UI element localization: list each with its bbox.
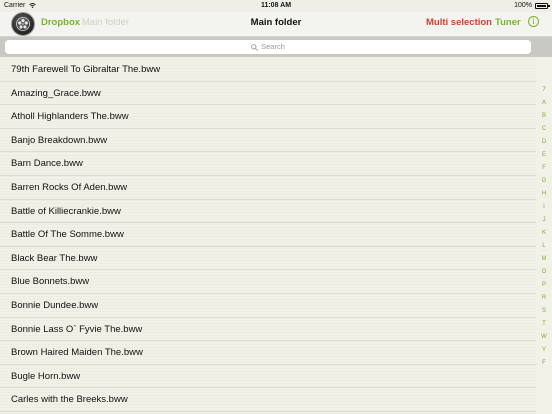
- file-row[interactable]: Barn Dance.bww: [0, 152, 536, 176]
- index-letter[interactable]: K: [536, 229, 552, 237]
- file-row[interactable]: Barren Rocks Of Aden.bww: [0, 176, 536, 200]
- index-letter[interactable]: I: [536, 203, 552, 211]
- index-letter[interactable]: 7: [536, 86, 552, 94]
- index-letter[interactable]: L: [536, 242, 552, 250]
- clock: 11:08 AM: [260, 2, 292, 9]
- file-row[interactable]: Carles with the Breeks.bww: [0, 388, 536, 412]
- index-letter[interactable]: H: [536, 190, 552, 198]
- index-letter[interactable]: O: [536, 268, 552, 276]
- file-name: Blue Bonnets.bww: [11, 276, 90, 288]
- file-row[interactable]: Bonnie Dundee.bww: [0, 294, 536, 318]
- file-row[interactable]: Black Bear The.bww: [0, 247, 536, 271]
- index-letter[interactable]: R: [536, 294, 552, 302]
- file-name: Atholl Highlanders The.bww: [11, 111, 129, 123]
- file-name: Barren Rocks Of Aden.bww: [11, 182, 128, 193]
- file-name: Carles with the Breeks.bww: [11, 394, 128, 406]
- index-letter[interactable]: F: [536, 359, 552, 367]
- index-letter[interactable]: T: [536, 320, 552, 328]
- file-list: 79th Farewell To Gibraltar The.bww Amazin…: [0, 58, 536, 414]
- file-row[interactable]: Battle of Killiecrankie.bww: [0, 200, 536, 224]
- search-icon: [251, 43, 259, 51]
- search-placeholder: Search: [261, 42, 285, 51]
- file-name: 79th Farewell To Gibraltar The.bww: [11, 64, 161, 75]
- file-row[interactable]: Bonnie Lass O` Fyvie The.bww: [0, 318, 536, 342]
- file-row[interactable]: Bugle Horn.bww: [0, 365, 536, 389]
- file-name: Bonnie Lass O` Fyvie The.bww: [11, 323, 143, 335]
- index-letter[interactable]: M: [536, 255, 552, 263]
- file-row[interactable]: Blue Bonnets.bww: [0, 270, 536, 294]
- search-input[interactable]: Search: [5, 40, 531, 54]
- index-letter[interactable]: W: [536, 333, 552, 341]
- status-bar: Carrier 11:08 AM 100%: [0, 0, 552, 12]
- index-letter[interactable]: Y: [536, 346, 552, 354]
- index-letter[interactable]: A: [536, 99, 552, 107]
- index-letter[interactable]: B: [536, 112, 552, 120]
- index-letter[interactable]: E: [536, 151, 552, 159]
- index-letter[interactable]: S: [536, 307, 552, 315]
- file-row[interactable]: Banjo Breakdown.bww: [0, 129, 536, 153]
- tuner-button[interactable]: Tuner: [495, 17, 521, 29]
- file-name: Black Bear The.bww: [11, 252, 98, 264]
- info-icon[interactable]: i: [528, 16, 539, 27]
- file-name: Battle of Killiecrankie.bww: [11, 205, 121, 217]
- index-letter[interactable]: D: [536, 138, 552, 146]
- index-letter[interactable]: P: [536, 281, 552, 289]
- section-index[interactable]: 7ABCDEFGHIJKLMOPRSTWYF: [536, 58, 552, 414]
- file-name: Bugle Horn.bww: [11, 370, 81, 382]
- file-row[interactable]: Battle Of The Somme.bww: [0, 223, 536, 247]
- file-row[interactable]: Atholl Highlanders The.bww: [0, 105, 536, 129]
- file-row[interactable]: 79th Farewell To Gibraltar The.bww: [0, 58, 536, 82]
- file-name: Brown Haired Maiden The.bww: [11, 347, 143, 359]
- navigation-bar: Dropbox Main folder Main folder Multi se…: [0, 12, 552, 37]
- file-row[interactable]: Brown Haired Maiden The.bww: [0, 341, 536, 365]
- search-bar: Search: [0, 37, 552, 57]
- file-name: Bonnie Dundee.bww: [11, 300, 99, 311]
- index-letter[interactable]: F: [536, 164, 552, 172]
- file-name: Banjo Breakdown.bww: [11, 134, 108, 146]
- file-name: Barn Dance.bww: [11, 158, 83, 170]
- multi-selection-button[interactable]: Multi selection: [426, 17, 492, 29]
- file-name: Battle Of The Somme.bww: [11, 229, 124, 241]
- file-row[interactable]: Amazing_Grace.bww: [0, 82, 536, 106]
- index-letter[interactable]: J: [536, 216, 552, 224]
- index-letter[interactable]: C: [536, 125, 552, 133]
- battery-icon: [535, 3, 550, 9]
- file-name: Amazing_Grace.bww: [11, 87, 101, 99]
- battery-percent: 100%: [514, 2, 532, 9]
- index-letter[interactable]: G: [536, 177, 552, 185]
